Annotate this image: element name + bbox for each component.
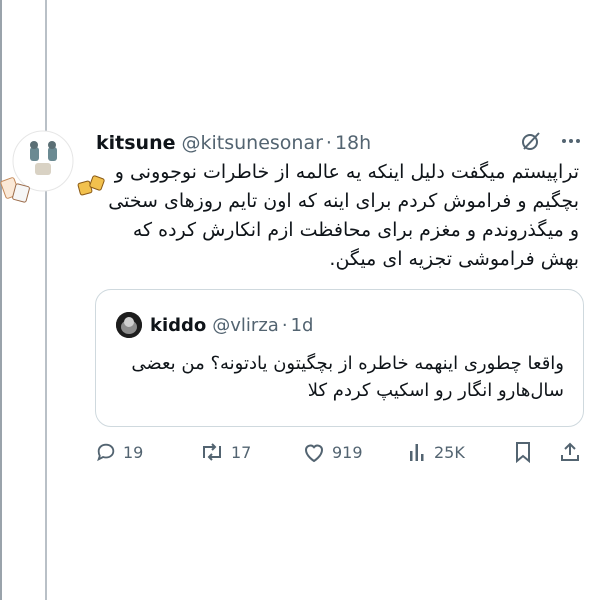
views-count: 25K <box>434 442 465 462</box>
reply-button[interactable]: 19 <box>95 441 143 463</box>
action-bar: 19 17 919 25K <box>95 438 590 468</box>
quoted-author-name[interactable]: kiddo <box>150 315 206 336</box>
quoted-tweet-header: kiddo @vlirza · 1d <box>116 312 313 338</box>
quoted-timestamp[interactable]: 1d <box>291 315 314 336</box>
more-options-icon[interactable] <box>560 130 582 157</box>
bookmark-button[interactable] <box>513 441 533 463</box>
retweet-button[interactable]: 17 <box>199 441 251 463</box>
quoted-avatar[interactable] <box>116 312 142 338</box>
like-button[interactable]: 919 <box>302 441 363 463</box>
author-handle[interactable]: @kitsunesonar <box>181 132 322 154</box>
views-icon <box>408 441 428 463</box>
like-count: 919 <box>332 442 363 462</box>
reply-icon <box>95 441 117 463</box>
tweet-text: تراپیستم میگفت دلیل اینکه یه عالمه از خا… <box>108 161 579 270</box>
views-button[interactable]: 25K <box>408 441 465 463</box>
share-icon <box>559 441 581 463</box>
thread-line <box>45 0 47 600</box>
heart-icon <box>302 441 326 463</box>
quoted-author-handle[interactable]: @vlirza <box>212 315 279 336</box>
quoted-tweet[interactable]: kiddo @vlirza · 1d واقعا چطوری اینهمه خا… <box>95 289 584 427</box>
retweet-count: 17 <box>231 442 252 462</box>
tweet-header: kitsune @kitsunesonar · 18h <box>96 128 586 158</box>
quoted-separator: · <box>281 314 288 336</box>
author-name[interactable]: kitsune <box>96 132 175 154</box>
reply-count: 19 <box>123 442 144 462</box>
quoted-tweet-text: واقعا چطوری اینهمه خاطره از بچگیتون یادت… <box>131 353 564 401</box>
retweet-icon <box>199 441 225 463</box>
timestamp[interactable]: 18h <box>335 132 371 154</box>
share-button[interactable] <box>559 441 581 463</box>
bookmark-icon <box>513 441 533 463</box>
left-border <box>0 0 2 600</box>
grok-icon[interactable] <box>520 130 542 157</box>
separator: · <box>325 132 332 154</box>
avatar[interactable] <box>0 127 110 207</box>
